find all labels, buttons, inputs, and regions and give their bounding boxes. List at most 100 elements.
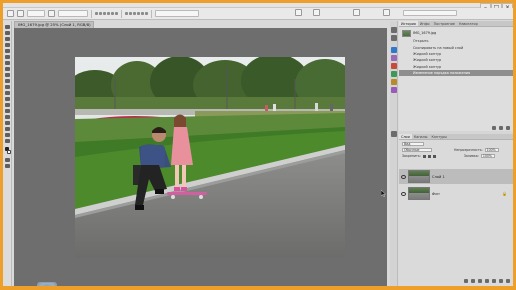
pen-icon[interactable]	[5, 109, 10, 113]
lock-icon[interactable]	[422, 154, 426, 158]
blend-mode-select[interactable]: Обычные	[402, 148, 432, 152]
lock-icon: 🔒	[502, 191, 507, 196]
tab-layers[interactable]: Слои	[399, 134, 412, 139]
workspace-switcher[interactable]	[403, 10, 457, 16]
tab-info[interactable]: Инфо	[418, 21, 432, 26]
lock-position-icon[interactable]	[432, 154, 436, 158]
link-icon[interactable]	[464, 279, 468, 283]
layer-row-layer1[interactable]: Слой 1	[399, 169, 513, 184]
tab-construction[interactable]: Построение	[432, 21, 457, 26]
creative-cloud-logo	[37, 282, 57, 286]
path-select-icon[interactable]	[5, 121, 10, 125]
separator	[91, 9, 92, 18]
fill-label: Заливка:	[463, 154, 479, 158]
blend-mode-value: Обычные	[404, 148, 420, 152]
opacity-field[interactable]: 100%	[484, 148, 499, 152]
layer-options: Вид Обычные Непрозрачность: 100% Закрепи…	[399, 141, 513, 159]
3d-mode-field[interactable]	[155, 10, 199, 17]
move-tool-icon[interactable]	[5, 25, 10, 29]
quick-select-icon[interactable]	[5, 43, 10, 47]
photo-canvas[interactable]	[75, 57, 345, 258]
trash-icon[interactable]	[506, 279, 510, 283]
panel-icons-strip	[390, 21, 398, 286]
layers-panel: Слои Каналы Контуры Вид Обычные Непрозра…	[399, 134, 513, 286]
arrange-documents-icon[interactable]	[295, 9, 302, 16]
opacity-value: 100%	[486, 148, 496, 152]
transform-controls-field[interactable]	[58, 10, 88, 17]
distribute-buttons[interactable]	[125, 12, 148, 15]
brushes-icon[interactable]	[391, 87, 397, 93]
canvas-area[interactable]	[14, 28, 387, 286]
auto-select-checkbox[interactable]	[17, 10, 24, 17]
layers-footer	[399, 279, 513, 283]
eye-icon[interactable]	[401, 175, 406, 179]
tab-paths[interactable]: Контуры	[429, 134, 449, 139]
extras-icon[interactable]	[313, 9, 320, 16]
history-brush-icon[interactable]	[5, 79, 10, 83]
fx-icon[interactable]	[471, 279, 475, 283]
adjustments-icon[interactable]	[391, 55, 397, 61]
gradient-icon[interactable]	[5, 91, 10, 95]
history-footer	[399, 125, 513, 131]
camera-icon[interactable]	[499, 126, 503, 130]
tab-channels[interactable]: Каналы	[412, 134, 430, 139]
search-icon[interactable]	[353, 9, 360, 16]
right-panels: История Инфо Построение Навигатор IMG_16…	[399, 21, 513, 286]
align-buttons[interactable]	[95, 12, 118, 15]
park-photo	[75, 57, 345, 258]
group-icon[interactable]	[492, 279, 496, 283]
workspace-icon[interactable]	[383, 9, 390, 16]
mask-icon[interactable]	[478, 279, 482, 283]
eraser-icon[interactable]	[5, 85, 10, 89]
layer-thumbnail	[408, 187, 430, 200]
layers-panel-icon[interactable]	[391, 131, 397, 137]
history-tabs: История Инфо Построение Навигатор	[399, 21, 513, 27]
marquee-icon[interactable]	[5, 31, 10, 35]
history-panel-icon[interactable]	[391, 27, 397, 33]
tab-history[interactable]: История	[399, 21, 418, 26]
swatches-icon[interactable]	[391, 71, 397, 77]
layer-name: Слой 1	[432, 174, 445, 179]
snapshot-thumbnail	[402, 29, 411, 37]
shape-icon[interactable]	[5, 127, 10, 131]
quick-mask-icon[interactable]	[5, 158, 10, 162]
opacity-label: Непрозрачность:	[454, 148, 483, 152]
eye-icon[interactable]	[401, 192, 406, 196]
blur-icon[interactable]	[5, 97, 10, 101]
crop-icon[interactable]	[5, 49, 10, 53]
brush-icon[interactable]	[5, 67, 10, 71]
layer-row-background[interactable]: Фон 🔒	[399, 186, 513, 201]
eyedropper-icon[interactable]	[5, 55, 10, 59]
lock-pixels-icon[interactable]	[427, 154, 431, 158]
background-color-swatch[interactable]	[7, 150, 11, 154]
healing-brush-icon[interactable]	[5, 61, 10, 65]
document-tab[interactable]: IMG_1679.jpg @ 25% (Слой 1, RGB/8)	[14, 21, 94, 28]
trash-icon[interactable]	[506, 126, 510, 130]
tab-navigator[interactable]: Навигатор	[457, 21, 480, 26]
new-layer-icon[interactable]	[499, 279, 503, 283]
new-document-icon[interactable]	[492, 126, 496, 130]
layers-tabs: Слои Каналы Контуры	[399, 134, 513, 140]
tool-preset-icon[interactable]	[7, 10, 14, 17]
zoom-icon[interactable]	[5, 139, 10, 143]
layer-filter-select[interactable]: Вид	[402, 142, 424, 146]
screen-mode-icon[interactable]	[5, 164, 10, 168]
dodge-icon[interactable]	[5, 103, 10, 107]
stamp-icon[interactable]	[5, 73, 10, 77]
type-icon[interactable]	[5, 115, 10, 119]
info-panel-icon[interactable]	[391, 35, 397, 41]
hand-icon[interactable]	[5, 133, 10, 137]
history-step-current[interactable]: Изменение порядка наложения	[399, 69, 513, 77]
snapshot-label: IMG_1679.jpg	[413, 31, 437, 35]
history-snapshot[interactable]: IMG_1679.jpg	[399, 28, 513, 38]
fill-field[interactable]: 100%	[480, 154, 495, 158]
adjustment-layer-icon[interactable]	[485, 279, 489, 283]
transform-controls-checkbox[interactable]	[48, 10, 55, 17]
lasso-icon[interactable]	[5, 37, 10, 41]
libraries-icon[interactable]	[391, 47, 397, 53]
auto-select-dropdown[interactable]	[27, 10, 45, 17]
styles-icon[interactable]	[391, 63, 397, 69]
pointer-cursor-icon	[380, 189, 387, 198]
color-panel-icon[interactable]	[391, 79, 397, 85]
fill-value: 100%	[482, 154, 492, 158]
